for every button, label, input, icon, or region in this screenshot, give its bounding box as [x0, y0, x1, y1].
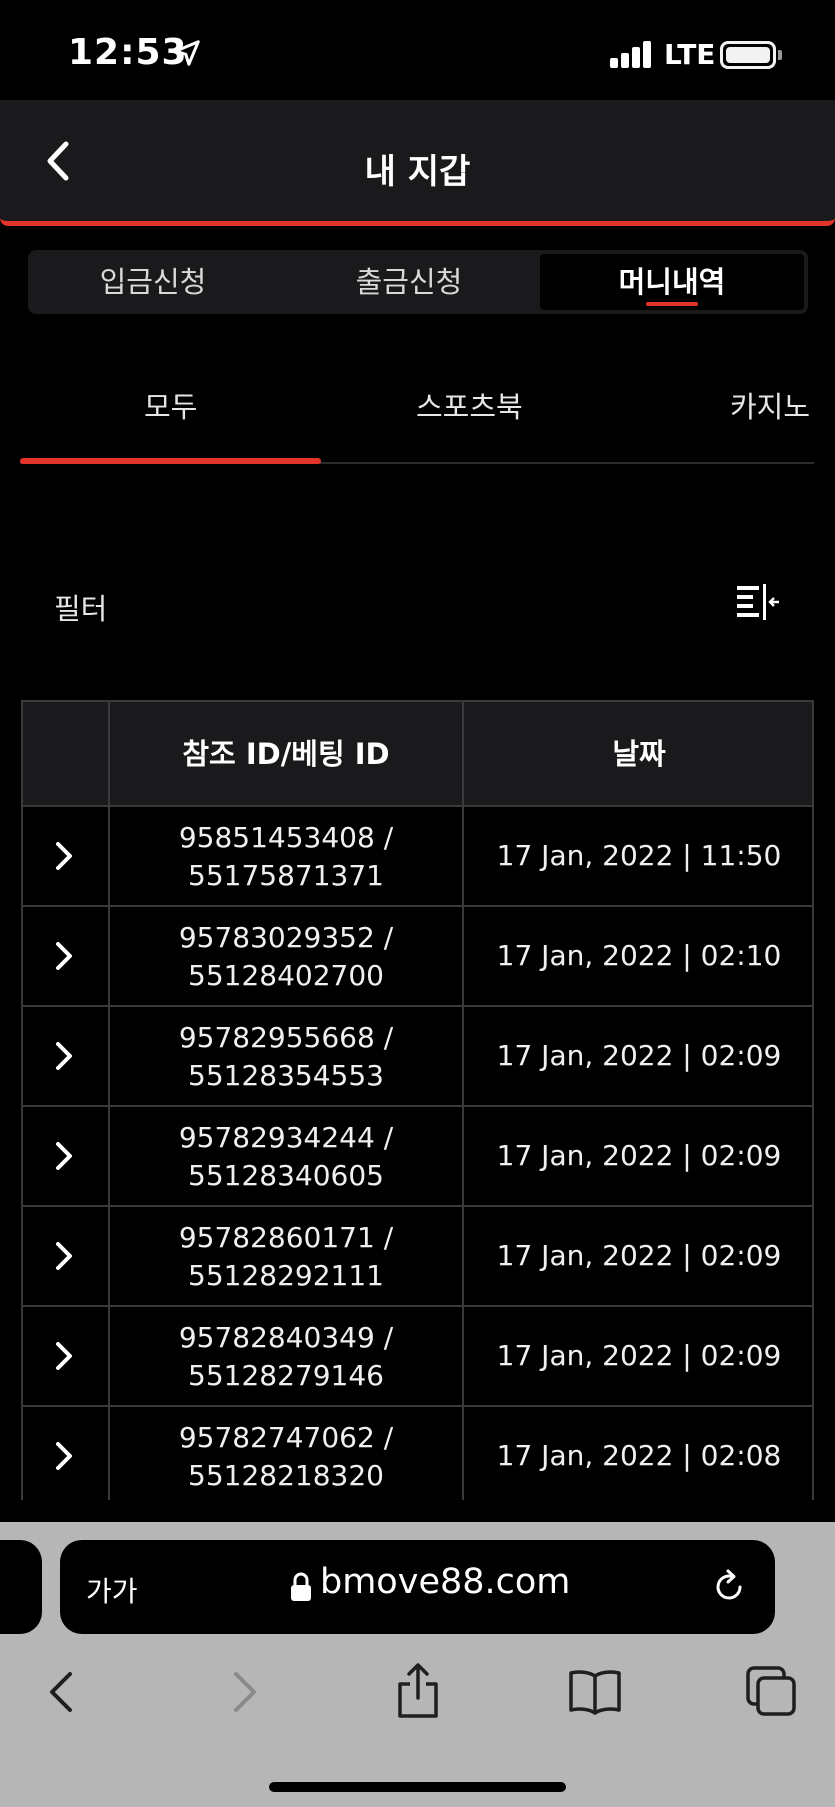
column-divider: [462, 702, 464, 805]
table-row[interactable]: 95782934244 / 55128340605 17 Jan, 2022 |…: [23, 1107, 812, 1207]
ref-id: 95782840349 /: [178, 1321, 394, 1354]
row-expand-button[interactable]: [23, 1407, 108, 1500]
location-arrow-icon: [174, 40, 200, 66]
chevron-right-icon: [56, 1142, 72, 1170]
row-expand-button[interactable]: [23, 1107, 108, 1205]
category-tabs: 모두 스포츠북 카지노: [20, 350, 814, 464]
table-row[interactable]: 95782747062 / 55128218320 17 Jan, 2022 |…: [23, 1407, 812, 1500]
date-cell: 17 Jan, 2022 | 02:09: [496, 1039, 782, 1072]
home-indicator: [269, 1782, 566, 1792]
tab-money-history[interactable]: 머니내역: [540, 254, 804, 310]
battery-tip: [778, 50, 782, 60]
bet-id: 55175871371: [188, 859, 384, 892]
url-text: bmove88.com: [320, 1562, 571, 1602]
chevron-right-icon: [56, 842, 72, 870]
lock-icon: [291, 1572, 311, 1601]
ref-id: 95782747062 /: [178, 1421, 394, 1454]
network-label: LTE: [664, 38, 716, 71]
wallet-tabs: 입금신청 출금신청 머니내역: [28, 250, 808, 314]
app-header: 내 지갑: [0, 100, 835, 226]
chevron-right-icon: [56, 1042, 72, 1070]
chevron-right-icon: [56, 1342, 72, 1370]
row-expand-button[interactable]: [23, 1007, 108, 1105]
tab-label: 입금신청: [99, 265, 207, 299]
address-bar[interactable]: 가가 bmove88.com: [60, 1540, 775, 1634]
browser-toolbar: 가가 bmove88.com: [0, 1522, 835, 1807]
text-size-button[interactable]: 가가: [86, 1570, 138, 1610]
status-time: 12:53: [68, 32, 188, 73]
table-row[interactable]: 95851453408 / 55175871371 17 Jan, 2022 |…: [23, 807, 812, 907]
ref-id: 95782934244 /: [178, 1121, 394, 1154]
ref-bet-id-cell: 95782747062 / 55128218320: [110, 1419, 462, 1495]
tab-label: 출금신청: [355, 265, 463, 299]
date-cell: 17 Jan, 2022 | 02:09: [496, 1339, 782, 1372]
reload-icon[interactable]: [710, 1568, 748, 1606]
bet-id: 55128402700: [188, 959, 384, 992]
browser-forward-button[interactable]: [212, 1662, 272, 1722]
category-tab-sportsbook[interactable]: 스포츠북: [416, 384, 523, 426]
ref-bet-id-cell: 95782934244 / 55128340605: [110, 1119, 462, 1195]
bet-id: 55128340605: [188, 1159, 384, 1192]
column-divider: [108, 702, 110, 805]
table-row[interactable]: 95782860171 / 55128292111 17 Jan, 2022 |…: [23, 1207, 812, 1307]
date-cell: 17 Jan, 2022 | 02:09: [496, 1239, 782, 1272]
tabs-icon[interactable]: [742, 1662, 802, 1722]
chevron-right-icon: [56, 1242, 72, 1270]
table-row[interactable]: 95782955668 / 55128354553 17 Jan, 2022 |…: [23, 1007, 812, 1107]
date-cell: 17 Jan, 2022 | 02:10: [496, 939, 782, 972]
ref-id: 95783029352 /: [178, 921, 394, 954]
filter-label: 필터: [54, 592, 108, 626]
table-row[interactable]: 95783029352 / 55128402700 17 Jan, 2022 |…: [23, 907, 812, 1007]
ref-id: 95782955668 /: [178, 1021, 394, 1054]
filter-icon[interactable]: [735, 582, 781, 622]
table-row[interactable]: 95782840349 / 55128279146 17 Jan, 2022 |…: [23, 1307, 812, 1407]
bet-id: 55128292111: [188, 1259, 384, 1292]
ref-bet-id-cell: 95783029352 / 55128402700: [110, 919, 462, 995]
category-tab-all[interactable]: 모두: [144, 384, 197, 426]
header-expand: [23, 702, 108, 807]
category-tab-casino[interactable]: 카지노: [730, 384, 810, 426]
tab-deposit-request[interactable]: 입금신청: [28, 250, 278, 314]
active-tab-indicator: [646, 302, 698, 306]
ref-bet-id-cell: 95851453408 / 55175871371: [110, 819, 462, 895]
bet-id: 55128354553: [188, 1059, 384, 1092]
ref-bet-id-cell: 95782955668 / 55128354553: [110, 1019, 462, 1095]
tab-withdraw-request[interactable]: 출금신청: [282, 250, 536, 314]
date-cell: 17 Jan, 2022 | 02:08: [496, 1439, 782, 1472]
table-header: 참조 ID/베팅 ID 날짜: [23, 700, 812, 807]
battery-icon: [720, 41, 776, 69]
bookmarks-icon[interactable]: [565, 1662, 625, 1722]
signal-icon: [610, 40, 652, 68]
previous-tab-preview[interactable]: [0, 1540, 42, 1634]
ref-id: 95782860171 /: [178, 1221, 394, 1254]
ref-bet-id-cell: 95782860171 / 55128292111: [110, 1219, 462, 1295]
page-title: 내 지갑: [364, 152, 471, 192]
ref-id: 95851453408 /: [178, 821, 394, 854]
date-cell: 17 Jan, 2022 | 11:50: [496, 839, 782, 872]
row-expand-button[interactable]: [23, 907, 108, 1005]
browser-back-button[interactable]: [34, 1662, 94, 1722]
header-date: 날짜: [612, 737, 666, 771]
bet-id: 55128279146: [188, 1359, 384, 1392]
history-table: 참조 ID/베팅 ID 날짜 95851453408 / 55175871371…: [21, 700, 814, 1500]
ref-bet-id-cell: 95782840349 / 55128279146: [110, 1319, 462, 1395]
status-bar: 12:53 LTE: [0, 0, 835, 100]
date-cell: 17 Jan, 2022 | 02:09: [496, 1139, 782, 1172]
chevron-right-icon: [56, 1442, 72, 1470]
row-expand-button[interactable]: [23, 1207, 108, 1305]
share-icon[interactable]: [388, 1662, 448, 1722]
row-expand-button[interactable]: [23, 1307, 108, 1405]
row-expand-button[interactable]: [23, 807, 108, 905]
bet-id: 55128218320: [188, 1459, 384, 1492]
chevron-right-icon: [56, 942, 72, 970]
active-category-indicator: [20, 458, 321, 464]
header-ref-id: 참조 ID/베팅 ID: [182, 737, 390, 771]
tab-label: 머니내역: [618, 265, 726, 299]
